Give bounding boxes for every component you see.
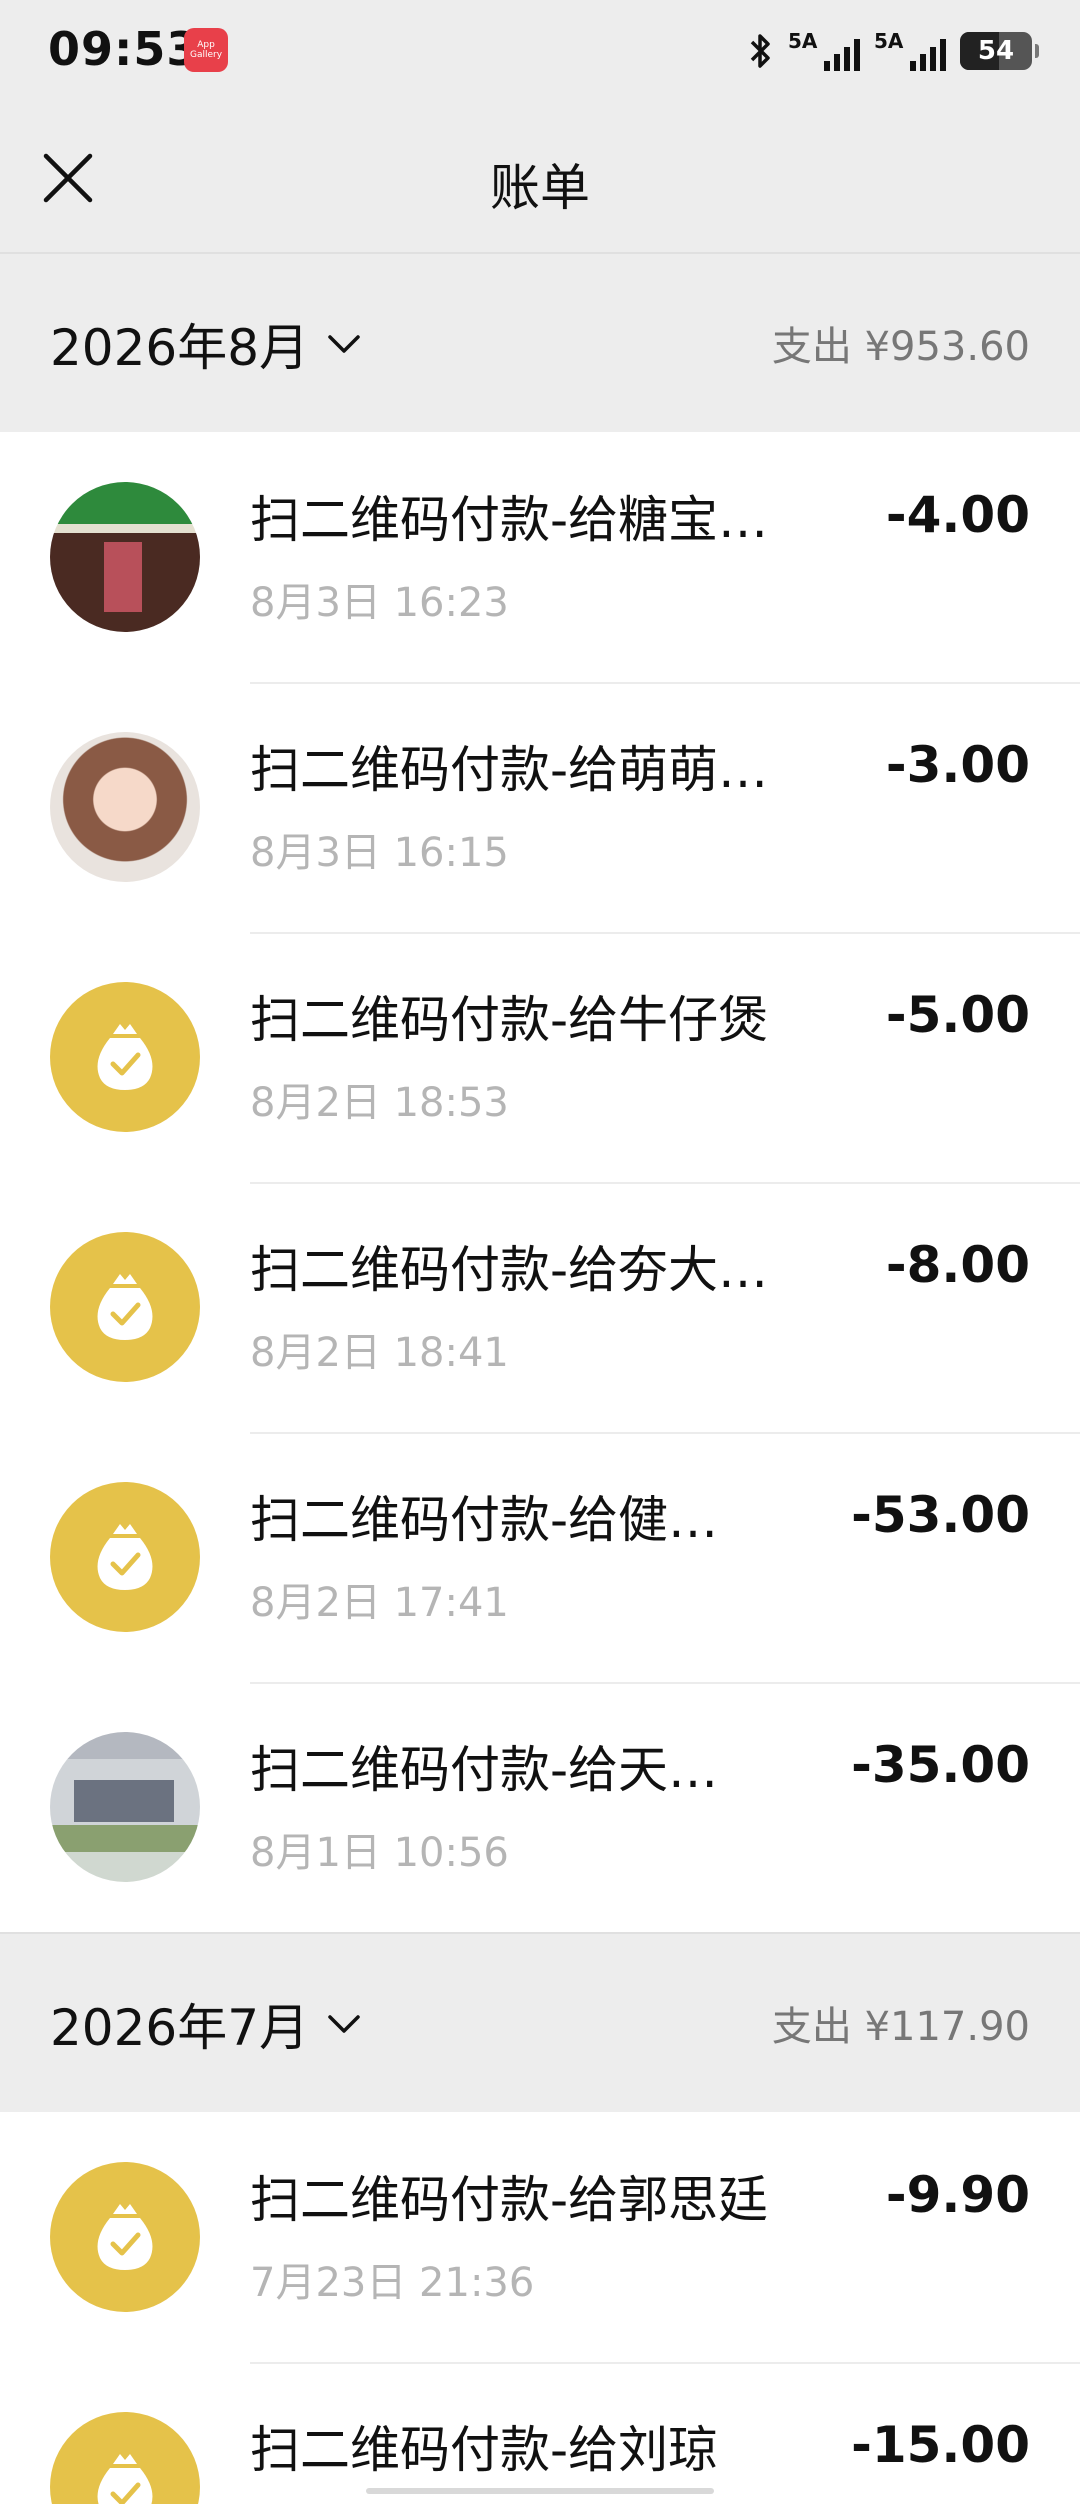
- status-bar: 09:53 App Gallery 5A 5A 54: [0, 0, 1080, 110]
- transaction-amount: -8.00: [885, 1236, 1030, 1294]
- month-label: 2026年7月: [50, 1999, 310, 2057]
- transaction-row[interactable]: 扫二维码付款-给牛仔煲 8月2日 18:53 -5.00: [0, 932, 1080, 1182]
- money-bag-icon: [50, 2412, 200, 2504]
- transaction-row[interactable]: 扫二维码付款-给郭思廷 7月23日 21:36 -9.90: [0, 2112, 1080, 2362]
- transaction-amount: -9.90: [885, 2166, 1030, 2224]
- transaction-amount: -53.00: [851, 1486, 1030, 1544]
- month-header-july: 2026年7月 支出 ¥117.90: [0, 1932, 1080, 2108]
- transaction-title: 扫二维码付款-给牛仔煲: [250, 991, 769, 1049]
- transaction-time: 7月23日 21:36: [250, 2260, 535, 2306]
- status-icons: 5A 5A 54: [746, 26, 1039, 76]
- battery-level: 54: [977, 36, 1015, 66]
- transaction-list-august: 扫二维码付款-给糖宝… 8月3日 16:23 -4.00 扫二维码付款-给萌萌……: [0, 432, 1080, 1932]
- month-selector[interactable]: 2026年7月: [50, 1988, 361, 2060]
- signal-strength-icon-1: 5A: [788, 29, 860, 73]
- money-bag-icon: [50, 2162, 200, 2312]
- transaction-list-july: 扫二维码付款-给郭思廷 7月23日 21:36 -9.90 扫二维码付款-给刘琼…: [0, 2112, 1080, 2504]
- battery-icon: 54: [960, 32, 1039, 70]
- transaction-row[interactable]: 扫二维码付款-给萌萌… 8月3日 16:15 -3.00: [0, 682, 1080, 932]
- transaction-amount: -3.00: [885, 736, 1030, 794]
- money-bag-icon: [50, 982, 200, 1132]
- chevron-down-icon: [328, 335, 360, 353]
- money-bag-icon: [50, 1232, 200, 1382]
- transaction-row[interactable]: 扫二维码付款-给健… 8月2日 17:41 -53.00: [0, 1432, 1080, 1682]
- nav-header: 账单: [0, 110, 1080, 252]
- transaction-title: 扫二维码付款-给刘琼: [250, 2421, 719, 2479]
- signal-1-label: 5A: [788, 29, 818, 53]
- transaction-time: 8月2日 18:53: [250, 1080, 509, 1126]
- signal-2-label: 5A: [874, 29, 904, 53]
- transaction-title: 扫二维码付款-给健…: [250, 1491, 719, 1549]
- transaction-row[interactable]: 扫二维码付款-给刘琼 -15.00: [0, 2362, 1080, 2504]
- month-selector[interactable]: 2026年8月: [50, 308, 361, 380]
- month-header-august: 2026年8月 支出 ¥953.60: [0, 252, 1080, 428]
- transaction-row[interactable]: 扫二维码付款-给糖宝… 8月3日 16:23 -4.00: [0, 432, 1080, 682]
- building-photo-avatar: [50, 1732, 200, 1882]
- bluetooth-icon: [750, 34, 770, 68]
- transaction-title: 扫二维码付款-给郭思廷: [250, 2171, 769, 2229]
- transaction-time: 8月3日 16:15: [250, 830, 509, 876]
- transaction-amount: -5.00: [885, 986, 1030, 1044]
- transaction-title: 扫二维码付款-给天…: [250, 1741, 719, 1799]
- page-title: 账单: [490, 159, 590, 217]
- transaction-amount: -15.00: [851, 2416, 1030, 2474]
- app-gallery-notification-icon: App Gallery: [184, 28, 228, 72]
- transaction-row[interactable]: 扫二维码付款-给夯大… 8月2日 18:41 -8.00: [0, 1182, 1080, 1432]
- transaction-title: 扫二维码付款-给萌萌…: [250, 741, 769, 799]
- money-bag-icon: [50, 1482, 200, 1632]
- transaction-amount: -4.00: [885, 486, 1030, 544]
- month-label: 2026年8月: [50, 319, 310, 377]
- home-indicator[interactable]: [366, 2488, 714, 2494]
- signal-strength-icon-2: 5A: [874, 29, 946, 73]
- chevron-down-icon: [328, 2015, 360, 2033]
- store-photo-avatar: [50, 482, 200, 632]
- month-total: 支出 ¥117.90: [771, 2004, 1030, 2050]
- status-time: 09:53: [48, 22, 200, 76]
- transaction-time: 8月1日 10:56: [250, 1830, 509, 1876]
- transaction-title: 扫二维码付款-给夯大…: [250, 1241, 769, 1299]
- anime-girl-avatar: [50, 732, 200, 882]
- transaction-time: 8月2日 18:41: [250, 1330, 509, 1376]
- month-total: 支出 ¥953.60: [771, 324, 1030, 370]
- transaction-title: 扫二维码付款-给糖宝…: [250, 491, 769, 549]
- transaction-time: 8月3日 16:23: [250, 580, 509, 626]
- transaction-amount: -35.00: [851, 1736, 1030, 1794]
- transaction-time: 8月2日 17:41: [250, 1580, 509, 1626]
- transaction-row[interactable]: 扫二维码付款-给天… 8月1日 10:56 -35.00: [0, 1682, 1080, 1932]
